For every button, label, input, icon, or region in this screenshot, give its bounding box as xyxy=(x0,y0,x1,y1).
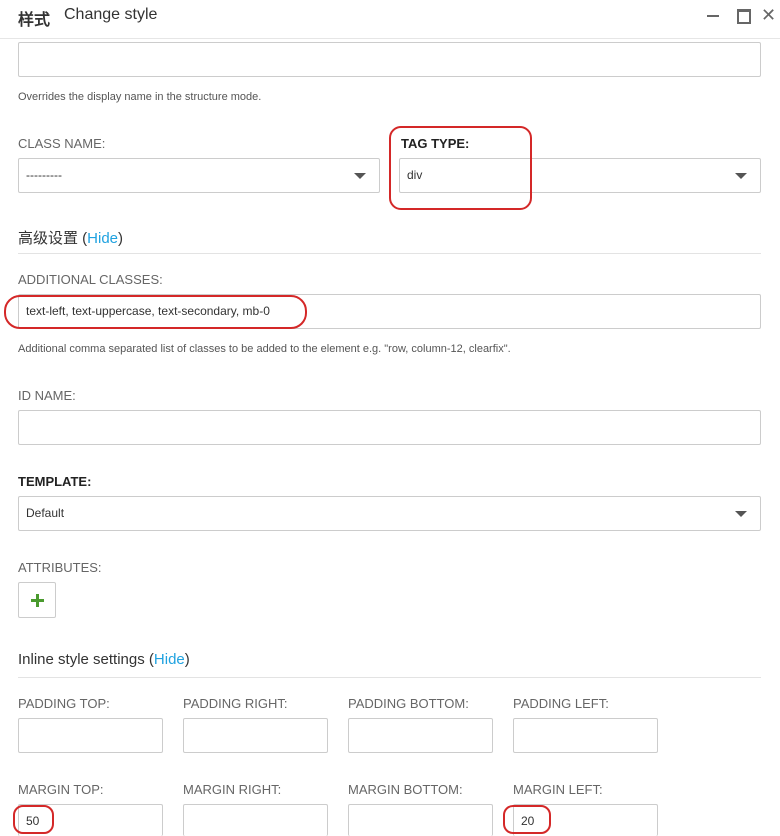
padding-top-input[interactable] xyxy=(18,718,163,753)
advanced-settings-text: 高级设置 ( xyxy=(18,230,88,247)
additional-classes-help: Additional comma separated list of class… xyxy=(18,343,511,355)
inline-style-divider xyxy=(18,677,761,678)
id-name-label: ID NAME: xyxy=(18,388,76,403)
padding-right-label: PADDING RIGHT: xyxy=(183,696,288,711)
add-attribute-button[interactable] xyxy=(18,582,56,618)
padding-right-input[interactable] xyxy=(183,718,328,753)
padding-left-input[interactable] xyxy=(513,718,658,753)
margin-top-label: MARGIN TOP: xyxy=(18,782,104,797)
id-name-input[interactable] xyxy=(18,410,761,445)
template-select[interactable]: Default xyxy=(18,496,761,531)
attributes-label: ATTRIBUTES: xyxy=(18,560,102,575)
inline-style-title: Inline style settings (Hide) xyxy=(18,651,190,668)
padding-bottom-label: PADDING BOTTOM: xyxy=(348,696,469,711)
maximize-icon[interactable] xyxy=(734,6,752,24)
close-icon[interactable]: ✕ xyxy=(761,6,779,24)
inline-style-hide-link[interactable]: Hide xyxy=(154,651,185,668)
advanced-hide-link[interactable]: Hide xyxy=(87,230,118,247)
window-title: Change style xyxy=(64,6,158,23)
padding-top-label: PADDING TOP: xyxy=(18,696,110,711)
minimize-icon[interactable] xyxy=(704,6,722,24)
window-title-cn: 样式 xyxy=(18,10,51,29)
padding-left-label: PADDING LEFT: xyxy=(513,696,609,711)
margin-right-label: MARGIN RIGHT: xyxy=(183,782,282,797)
inline-style-text: Inline style settings ( xyxy=(18,651,154,668)
class-name-select[interactable]: --------- xyxy=(18,158,380,193)
template-label: TEMPLATE: xyxy=(18,474,92,489)
chevron-down-icon xyxy=(735,173,747,179)
advanced-divider xyxy=(18,253,761,254)
margin-bottom-input[interactable] xyxy=(348,804,493,836)
chevron-down-icon xyxy=(354,173,366,179)
additional-classes-input[interactable]: text-left, text-uppercase, text-secondar… xyxy=(18,294,761,329)
padding-bottom-input[interactable] xyxy=(348,718,493,753)
template-value: Default xyxy=(26,506,65,520)
titlebar-divider xyxy=(0,38,780,39)
class-name-value: --------- xyxy=(26,168,62,182)
advanced-settings-title: 高级设置 (Hide) xyxy=(18,227,123,248)
additional-classes-label: ADDITIONAL CLASSES: xyxy=(18,272,163,287)
margin-left-label: MARGIN LEFT: xyxy=(513,782,603,797)
margin-right-input[interactable] xyxy=(183,804,328,836)
tag-type-value: div xyxy=(407,168,423,182)
class-name-label: CLASS NAME: xyxy=(18,136,106,151)
inline-style-close-paren: ) xyxy=(184,651,190,668)
tag-type-select[interactable]: div xyxy=(399,158,761,193)
margin-left-input[interactable]: 20 xyxy=(513,804,658,836)
display-name-help: Overrides the display name in the struct… xyxy=(18,91,262,103)
chevron-down-icon xyxy=(735,511,747,517)
display-name-input[interactable] xyxy=(18,42,761,77)
margin-bottom-label: MARGIN BOTTOM: xyxy=(348,782,463,797)
window-titlebar: 样式 Change style ✕ xyxy=(0,0,780,34)
tag-type-label: TAG TYPE: xyxy=(401,136,470,151)
margin-top-input[interactable]: 50 xyxy=(18,804,163,836)
advanced-close-paren: ) xyxy=(118,230,124,247)
